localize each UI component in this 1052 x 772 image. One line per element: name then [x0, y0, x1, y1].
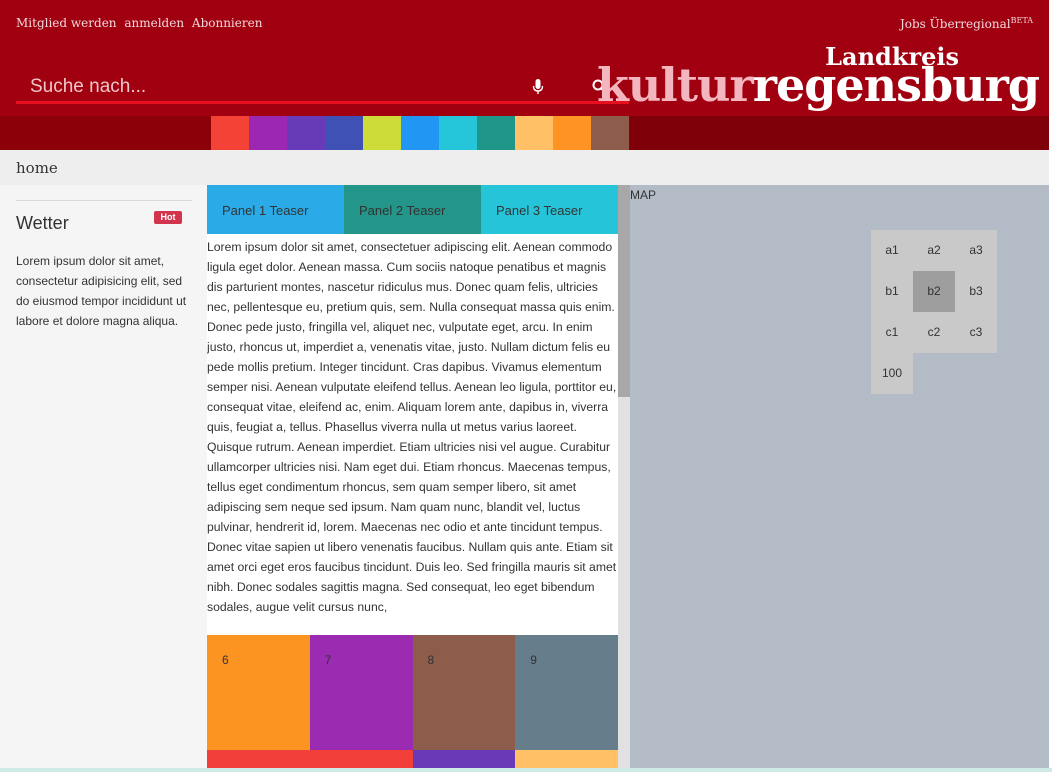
tab-panel-1[interactable]: Panel 1 Teaser: [207, 185, 344, 234]
top-links: Mitglied werden anmelden Abonnieren: [16, 16, 266, 30]
site-header: Mitglied werden anmelden Abonnieren Jobs…: [0, 0, 1049, 116]
sidebar: Wetter Hot Lorem ipsum dolor sit amet, c…: [0, 185, 207, 772]
content-panel: Panel 1 Teaser Panel 2 Teaser Panel 3 Teas…: [207, 185, 618, 772]
color-bar-left: [0, 116, 211, 150]
scrollbar-thumb[interactable]: [618, 185, 630, 397]
breadcrumb-home[interactable]: home: [16, 159, 58, 177]
jobs-link[interactable]: Jobs ÜberregionalBETA: [900, 16, 1033, 31]
category-swatch-2[interactable]: [249, 116, 287, 150]
tile-9[interactable]: 9: [515, 635, 618, 750]
category-swatch-5[interactable]: [363, 116, 401, 150]
jobs-label: Jobs Überregional: [899, 17, 1011, 31]
logo-kultur: kultur: [596, 58, 754, 112]
map-cell-b2[interactable]: b2: [913, 271, 955, 312]
search-input[interactable]: [30, 74, 510, 100]
map-cell-c3[interactable]: c3: [955, 312, 997, 353]
bottom-strip: [0, 768, 1052, 772]
category-swatch-10[interactable]: [553, 116, 591, 150]
color-bar-right: [630, 116, 1049, 150]
map-cell-b1[interactable]: b1: [871, 271, 913, 312]
become-member-link[interactable]: Mitglied werden: [16, 16, 117, 30]
scrollbar-track[interactable]: [618, 185, 630, 772]
map-cell-c2[interactable]: c2: [913, 312, 955, 353]
logo-wordmark: kulturregensburg: [596, 58, 1040, 112]
category-color-bar: [0, 116, 1049, 150]
search-bar: [16, 70, 629, 104]
map-cell-a2[interactable]: a2: [913, 230, 955, 271]
map-cell-100[interactable]: 100: [871, 353, 913, 394]
tile-7[interactable]: 7: [309, 635, 413, 750]
weather-text: Lorem ipsum dolor sit amet, consectetur …: [16, 254, 187, 328]
category-swatch-11[interactable]: [591, 116, 629, 150]
site-logo[interactable]: Landkreis kulturregensburg: [597, 42, 1040, 112]
category-swatch-3[interactable]: [287, 116, 325, 150]
category-swatch-8[interactable]: [477, 116, 515, 150]
subscribe-link[interactable]: Abonnieren: [192, 16, 263, 30]
map-cell-a3[interactable]: a3: [955, 230, 997, 271]
beta-badge: BETA: [1010, 16, 1033, 25]
logo-regensburg: regensburg: [752, 58, 1040, 112]
tile-8[interactable]: 8: [412, 635, 516, 750]
tile-6[interactable]: 6: [207, 635, 310, 750]
tab-panel-3[interactable]: Panel 3 Teaser: [481, 185, 618, 234]
category-swatch-4[interactable]: [325, 116, 363, 150]
map-cell-c1[interactable]: c1: [871, 312, 913, 353]
sidebar-divider: [16, 200, 192, 201]
category-swatch-7[interactable]: [439, 116, 477, 150]
category-swatch-1[interactable]: [211, 116, 249, 150]
map-panel[interactable]: MAP a1 a2 a3 b1 b2 b3 c1 c2 c3 100: [630, 185, 1049, 768]
category-swatch-6[interactable]: [401, 116, 439, 150]
panel-tabs: Panel 1 Teaser Panel 2 Teaser Panel 3 Teas…: [207, 185, 618, 234]
tab-panel-2[interactable]: Panel 2 Teaser: [344, 185, 481, 234]
map-grid: a1 a2 a3 b1 b2 b3 c1 c2 c3 100: [871, 230, 997, 395]
hot-badge: Hot: [154, 211, 182, 224]
breadcrumb: home: [0, 150, 1049, 185]
category-swatch-9[interactable]: [515, 116, 553, 150]
map-label: MAP: [630, 188, 657, 202]
weather-title: Wetter: [16, 213, 69, 233]
login-link[interactable]: anmelden: [124, 16, 184, 30]
map-cell-a1[interactable]: a1: [871, 230, 913, 271]
category-swatches: [211, 116, 629, 150]
microphone-icon[interactable]: [532, 79, 544, 95]
tile-grid: 6789: [207, 635, 618, 772]
article-text: Lorem ipsum dolor sit amet, consectetuer…: [207, 240, 617, 614]
map-cell-b3[interactable]: b3: [955, 271, 997, 312]
